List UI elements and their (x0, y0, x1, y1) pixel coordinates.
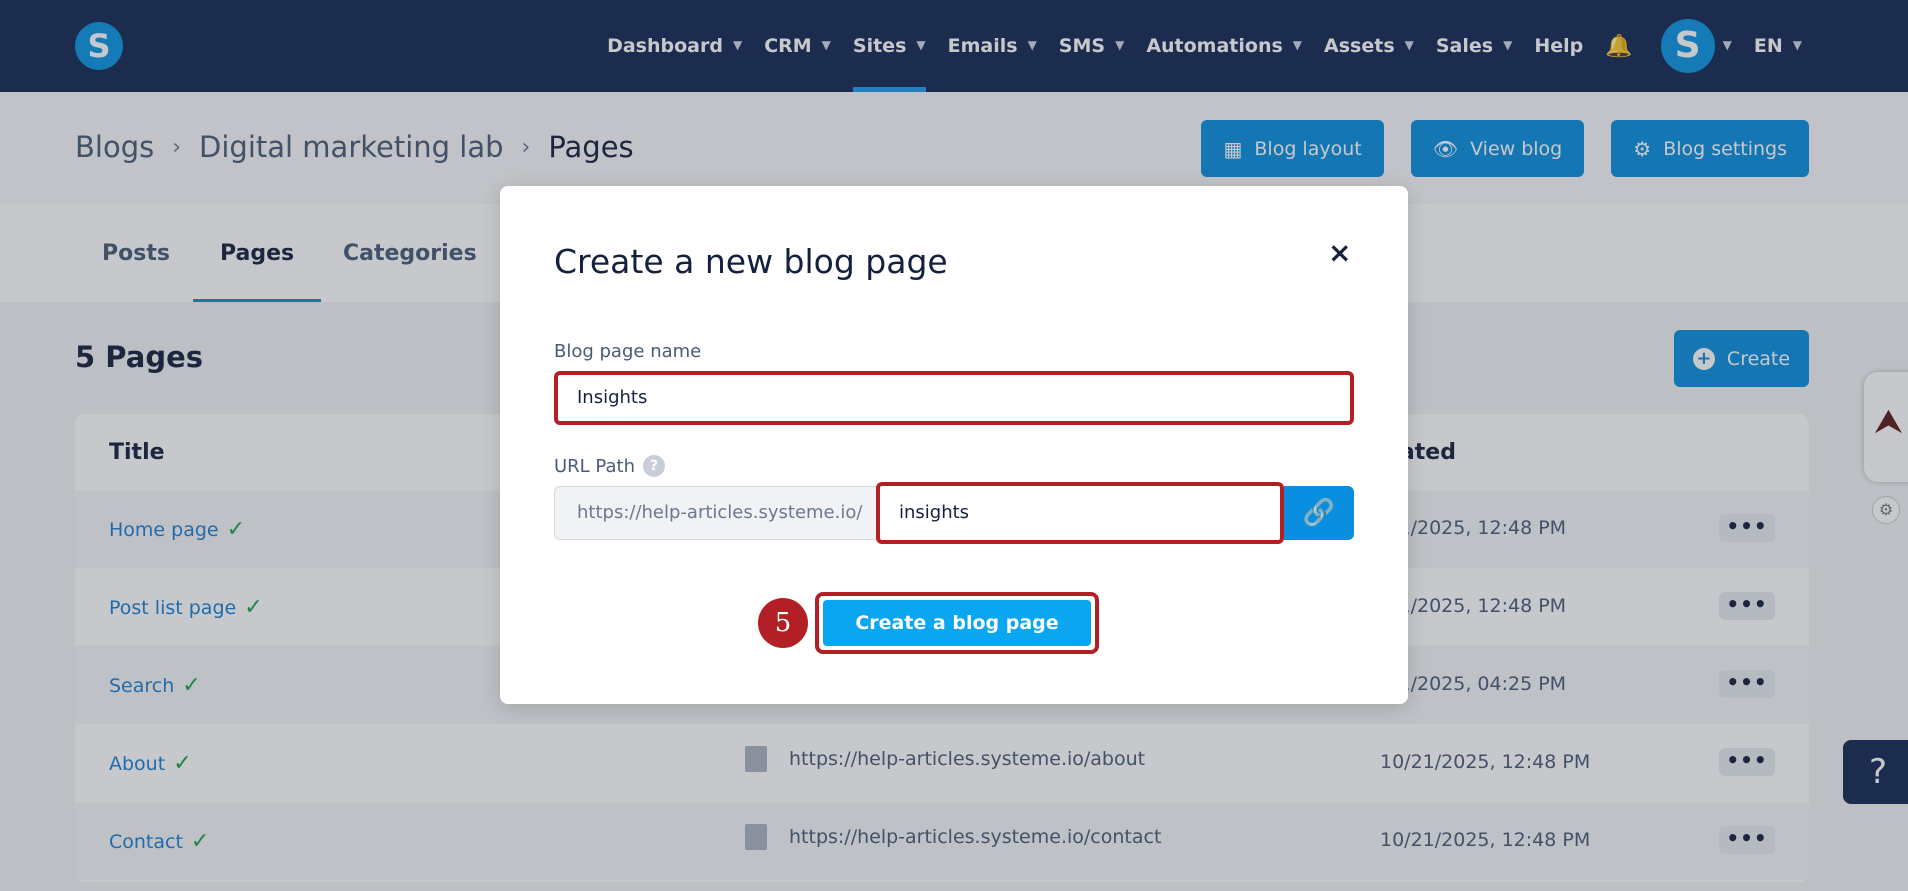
help-icon[interactable]: ? (642, 455, 665, 477)
url-prefix: https://help-articles.systeme.io/ (554, 486, 876, 540)
step-badge: 5 (758, 598, 808, 648)
create-blog-page-modal: Create a new blog page × Blog page name … (500, 186, 1408, 704)
blog-page-name-label: Blog page name (554, 341, 702, 362)
modal-title: Create a new blog page (554, 242, 948, 281)
create-blog-page-button[interactable]: Create a blog page (823, 600, 1091, 646)
submit-highlight: Create a blog page (815, 592, 1099, 654)
close-icon[interactable]: × (1328, 236, 1351, 269)
blog-page-name-input[interactable]: Insights (554, 371, 1354, 425)
url-path-label: URL Path? (554, 455, 665, 477)
url-path-label-text: URL Path (554, 456, 635, 477)
url-path-input[interactable]: insights (876, 482, 1284, 544)
link-icon[interactable]: 🔗 (1284, 486, 1354, 540)
